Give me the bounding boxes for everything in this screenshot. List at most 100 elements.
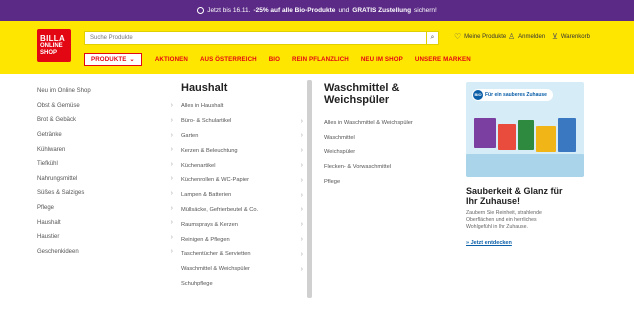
gift-icon [197, 7, 205, 14]
subcategory-item[interactable]: Büro- & Schulartikel › [181, 114, 303, 129]
subsubcategory-item[interactable]: Weichspüler [324, 145, 444, 160]
subcategory-label: Garten [181, 132, 199, 139]
header [0, 21, 634, 74]
chevron-right-icon: › [170, 219, 173, 227]
subcategory-label: Schuhpflege [181, 280, 213, 287]
category-item[interactable]: Kühlwaren › [37, 142, 173, 157]
subcategory-list: Haushalt Alles in Haushalt Büro- & Schul… [181, 82, 303, 291]
category-item[interactable]: Pflege › [37, 201, 173, 216]
subcategory-item[interactable]: Schuhpflege [181, 277, 303, 292]
category-item[interactable]: Geschenkideen › [37, 245, 173, 260]
my-products-link[interactable]: ♡ Meine Produkte [454, 33, 506, 41]
chevron-right-icon: › [170, 102, 173, 110]
search-input[interactable]: Suche Produkte [84, 31, 427, 45]
promo-body-line2: Oberflächen und ein herrliches [466, 217, 537, 223]
chevron-right-icon: › [300, 265, 303, 273]
subcategory-item[interactable]: Küchenrollen & WC-Papier › [181, 173, 303, 188]
subsubcategory-item[interactable]: Alles in Waschmittel & Weichspüler [324, 116, 444, 131]
chevron-right-icon: › [170, 175, 173, 183]
subsubcategory-label: Weichspüler [324, 149, 356, 156]
subcategory-label: Küchenartikel [181, 162, 216, 169]
subsubcategory-list: Waschmittel & Weichspüler Alles in Wasch… [324, 82, 444, 189]
chevron-right-icon: › [300, 117, 303, 125]
promo-badge: BIO Für ein sauberes Zuhause [472, 89, 553, 101]
product-image [536, 126, 556, 152]
chevron-right-icon: › [170, 248, 173, 256]
products-menu-button[interactable]: PRODUKTE ⌄ [84, 52, 142, 66]
nav-item-bio[interactable]: BIO [269, 56, 280, 63]
subcategory-item[interactable]: Raumsprays & Kerzen › [181, 217, 303, 232]
category-item[interactable]: Obst & Gemüse › [37, 99, 173, 114]
promo-card[interactable]: BIO Für ein sauberes Zuhause Sauberkeit … [466, 82, 584, 246]
subcategory-item[interactable]: Kerzen & Beleuchtung › [181, 143, 303, 158]
subsubcategory-item[interactable]: Waschmittel [324, 131, 444, 146]
subcategory-label: Kerzen & Beleuchtung [181, 147, 238, 154]
billa-logo[interactable]: BILLA ONLINE SHOP [37, 29, 71, 62]
subsubcategory-title-line2: Weichspüler [324, 94, 390, 106]
chevron-right-icon: › [170, 189, 173, 197]
category-label: Neu im Online Shop [37, 88, 91, 95]
scrollbar-thumb[interactable] [307, 80, 312, 298]
category-label: Haushalt [37, 219, 61, 226]
category-label: Süßes & Salziges [37, 190, 85, 197]
promo-body-line3: Wohlgefühl in Ihr Zuhause. [466, 224, 528, 230]
login-link[interactable]: ♙ Anmelden [508, 33, 545, 41]
nav-item-aktionen[interactable]: AKTIONEN [155, 56, 188, 63]
promo-body: Zaubern Sie Reinheit, strahlende Oberflä… [466, 210, 584, 231]
category-item[interactable]: Neu im Online Shop [37, 84, 173, 99]
promo-text-bold2: GRATIS Zustellung [352, 7, 412, 14]
subcategory-label: Reinigen & Pflegen [181, 236, 230, 243]
search-button[interactable]: ⌕ [427, 31, 439, 45]
promo-bar[interactable]: Jetzt bis 16.11. -25% auf alle Bio-Produ… [0, 0, 634, 21]
menu-scrollbar[interactable] [307, 80, 312, 298]
subcategory-item[interactable]: Küchenartikel › [181, 158, 303, 173]
logo-line3: SHOP [40, 50, 58, 56]
subcategory-item[interactable]: Alles in Haushalt [181, 99, 303, 114]
category-list: Neu im Online Shop Obst & Gemüse › Brot &… [37, 84, 173, 259]
category-item-active[interactable]: Haushalt › [37, 215, 173, 230]
chevron-right-icon: › [170, 160, 173, 168]
category-item[interactable]: Getränke › [37, 128, 173, 143]
subsubcategory-label: Pflege [324, 178, 341, 185]
subsubcategory-label: Alles in Waschmittel & Weichspüler [324, 120, 413, 127]
category-label: Pflege [37, 205, 55, 212]
subcategory-label: Waschmittel & Weichspüler [181, 266, 250, 273]
subcategory-item[interactable]: Taschentücher & Servietten › [181, 247, 303, 262]
chevron-right-icon: › [300, 191, 303, 199]
products-label: PRODUKTE [91, 55, 127, 63]
subcategory-item[interactable]: Lampen & Batterien › [181, 188, 303, 203]
subsubcategory-item[interactable]: Flecken- & Vorwaschmittel [324, 160, 444, 175]
nav-item-aus-oesterreich[interactable]: AUS ÖSTERREICH [200, 56, 257, 63]
promo-discover-link[interactable]: » Jetzt entdecken [466, 240, 584, 246]
promo-image[interactable]: BIO Für ein sauberes Zuhause [466, 82, 584, 177]
chevron-right-icon: › [300, 162, 303, 170]
promo-headline-line1: Sauberkeit & Glanz für [466, 186, 563, 196]
chevron-right-icon: › [300, 176, 303, 184]
chevron-right-icon: › [170, 204, 173, 212]
promo-body-line1: Zaubern Sie Reinheit, strahlende [466, 210, 542, 216]
category-item[interactable]: Tiefkühl › [37, 157, 173, 172]
category-item[interactable]: Haustier › [37, 230, 173, 245]
subsubcategory-title: Waschmittel & Weichspüler [324, 82, 444, 106]
cart-link[interactable]: ⊻ Warenkorb [552, 33, 590, 41]
chevron-right-icon: › [300, 206, 303, 214]
subcategory-item[interactable]: Reinigen & Pflegen › [181, 232, 303, 247]
category-label: Getränke [37, 132, 62, 139]
category-item[interactable]: Brot & Gebäck › [37, 113, 173, 128]
subcategory-label: Raumsprays & Kerzen [181, 221, 238, 228]
category-item[interactable]: Süßes & Salziges › [37, 186, 173, 201]
subcategory-item-active[interactable]: Waschmittel & Weichspüler › [181, 262, 303, 277]
nav-item-rein-pflanzlich[interactable]: REIN PFLANZLICH [292, 56, 349, 63]
subcategory-title: Haushalt [181, 82, 228, 94]
category-item[interactable]: Nahrungsmittel › [37, 172, 173, 187]
chevron-right-icon: › [300, 147, 303, 155]
product-image [474, 118, 496, 148]
nav-item-neu-im-shop[interactable]: NEU IM SHOP [361, 56, 403, 63]
subcategory-item[interactable]: Müllsäcke, Gefrierbeutel & Co. › [181, 203, 303, 218]
subcategory-item[interactable]: Garten › [181, 129, 303, 144]
subsubcategory-item[interactable]: Pflege [324, 174, 444, 189]
category-label: Geschenkideen [37, 248, 79, 255]
product-image [498, 124, 516, 150]
nav-item-unsere-marken[interactable]: UNSERE MARKEN [415, 56, 471, 63]
chevron-right-icon: › [300, 236, 303, 244]
